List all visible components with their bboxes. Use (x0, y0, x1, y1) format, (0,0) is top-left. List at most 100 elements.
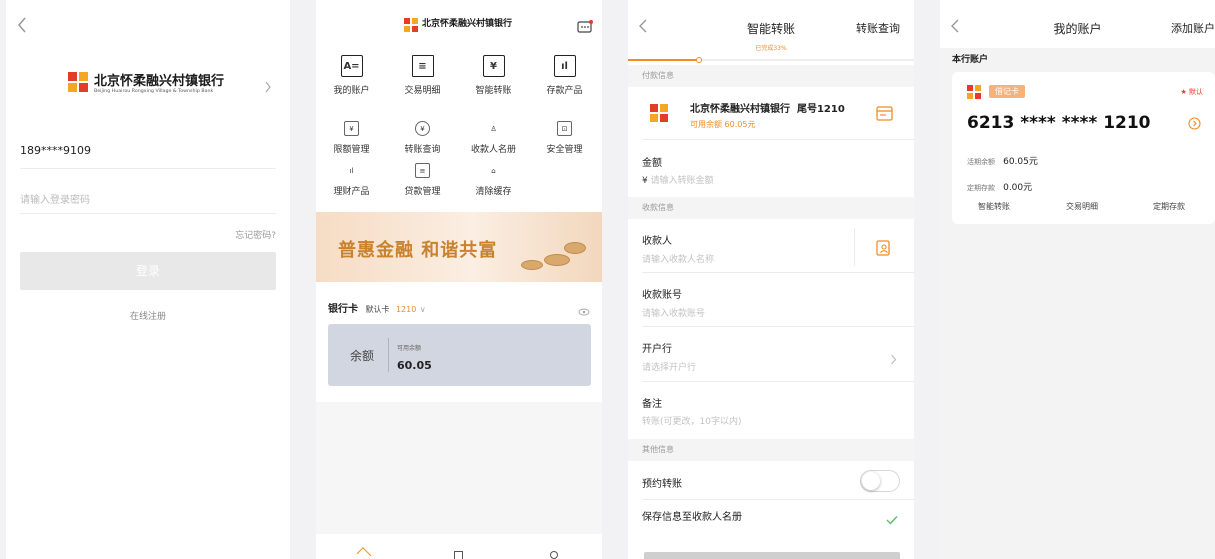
bank-logo: 北京怀柔融兴村镇银行 Beijing Huairou Rongxing Vill… (68, 70, 238, 100)
default-badge: ★ 默认 (1180, 88, 1203, 96)
bank-name-en: Beijing Huairou Rongxing Village & Towns… (94, 88, 214, 94)
accounts-screen: 我的账户 添加账户 本行账户 借记卡 ★ 默认 6213 **** **** 1… (940, 0, 1215, 559)
amount-input[interactable]: ¥ 请输入转账金额 (642, 173, 714, 186)
payer-account-row[interactable]: 北京怀柔融兴村镇银行 尾号1210 可用余额 60.05元 (628, 87, 914, 139)
grid-my-account[interactable]: A= 我的账户 (316, 55, 387, 96)
login-screen: 北京怀柔融兴村镇银行 Beijing Huairou Rongxing Vill… (6, 0, 290, 559)
available-value: 60.05 (397, 359, 432, 372)
card-number: 6213 **** **** 1210 (967, 113, 1151, 133)
transfer-query-link[interactable]: 转账查询 (856, 20, 900, 36)
note-label: 备注 (642, 399, 662, 410)
payer-section-header: 付款信息 (628, 65, 914, 87)
card-detail-arrow-icon[interactable] (1188, 115, 1201, 134)
coin-stack-image (521, 260, 543, 270)
password-field[interactable]: 请输入登录密码 (20, 191, 90, 206)
available-label: 可用余额 (397, 345, 422, 352)
chevron-down-icon[interactable]: ∨ (420, 305, 426, 314)
balance-card[interactable]: 余额 可用余额 60.05 (328, 324, 591, 386)
register-link[interactable]: 在线注册 (6, 309, 290, 322)
add-account-link[interactable]: 添加账户 (1171, 20, 1215, 36)
fixed-deposit: 定期存款 0.00元 (967, 183, 1033, 193)
account-number-label: 收款账号 (642, 290, 682, 301)
forgot-password-link[interactable]: 忘记密码? (235, 228, 276, 241)
transfer-screen: 智能转账 已完成33% 转账查询 付款信息 北京怀柔融兴村镇银行 尾号1210 … (628, 0, 914, 559)
contact-book-icon[interactable] (875, 240, 891, 260)
progress-fill (628, 59, 700, 61)
banner-text: 普惠金融 和谐共富 (338, 240, 498, 261)
payee-input[interactable]: 请输入收款人名称 (642, 252, 714, 265)
lock-icon: ⊡ (557, 121, 572, 136)
grid-limit-management[interactable]: ¥ 限额管理 (316, 121, 387, 155)
current-balance: 活期余额 60.05元 (967, 157, 1038, 167)
grid-payee-list[interactable]: ♙ 收款人名册 (458, 121, 529, 156)
loan-icon: ≡ (415, 163, 430, 178)
scheduled-transfer-toggle[interactable] (860, 470, 900, 492)
grid-clear-cache[interactable]: ⌂ 清除缓存 (458, 163, 529, 198)
bank-logo-mark (967, 85, 982, 100)
checkmark-icon (886, 516, 898, 525)
card-switch-icon[interactable] (876, 106, 893, 125)
profile-tab-icon[interactable] (550, 551, 558, 559)
note-input[interactable]: 转账(可更改，10字以内) (642, 414, 741, 427)
scheduled-transfer-label: 预约转账 (642, 479, 682, 490)
bank-logo-mark (650, 104, 668, 122)
bank-logo-mark (68, 72, 88, 92)
document-icon: ≡ (411, 55, 434, 77)
trash-icon: ⌂ (491, 166, 496, 175)
card-section-title: 银行卡 默认卡 1210 ∨ (328, 304, 426, 315)
coin-stack-image (564, 242, 586, 254)
payer-available: 可用余额 60.05元 (690, 120, 756, 129)
default-card-tail[interactable]: 1210 (396, 305, 416, 314)
payee-section-header: 收款信息 (628, 197, 914, 219)
deposit-chart-icon: ıl (553, 55, 576, 77)
action-fixed-deposit[interactable]: 定期存款 (1153, 201, 1185, 212)
progress-text: 已完成33% (755, 45, 787, 52)
card-type-tag: 借记卡 (989, 85, 1025, 98)
grid-transaction-details[interactable]: ≡ 交易明细 (387, 55, 458, 96)
bank-branch-label: 开户行 (642, 344, 672, 355)
payee-icon: ♙ (490, 124, 497, 133)
divider (854, 228, 855, 266)
account-card[interactable]: 借记卡 ★ 默认 6213 **** **** 1210 活期余额 60.05元… (952, 72, 1215, 224)
grid-deposit-products[interactable]: ıl 存款产品 (529, 55, 600, 96)
promo-banner[interactable]: 普惠金融 和谐共富 (316, 212, 602, 282)
next-button[interactable] (644, 552, 900, 559)
bank-name-cn: 北京怀柔融兴村镇银行 (422, 19, 513, 29)
save-payee-checkbox[interactable] (886, 510, 898, 529)
limit-icon: ¥ (344, 121, 359, 136)
finance-tab-icon[interactable] (454, 551, 463, 559)
payer-bank-name: 北京怀柔融兴村镇银行 尾号1210 (690, 104, 845, 115)
home-tab-icon[interactable] (356, 547, 372, 559)
bank-branch-select[interactable]: 请选择开户行 (642, 360, 696, 373)
grid-finance-products[interactable]: ıl 理财产品 (316, 163, 387, 198)
star-icon: ★ (1180, 88, 1187, 96)
progress-track (628, 59, 914, 61)
chevron-left-icon (18, 17, 26, 33)
phone-field[interactable]: 189****9109 (20, 144, 91, 157)
message-button[interactable] (577, 20, 593, 39)
action-transaction-details[interactable]: 交易明细 (1066, 201, 1098, 212)
balance-title: 余额 (350, 349, 375, 363)
account-number-input[interactable]: 请输入收款账号 (642, 306, 705, 319)
grid-loan-management[interactable]: ≡ 贷款管理 (387, 163, 458, 197)
grid-security-management[interactable]: ⊡ 安全管理 (529, 121, 600, 155)
coin-stack-image (544, 254, 570, 266)
progress-dot (696, 57, 702, 63)
query-icon: ¥ (415, 121, 430, 136)
divider (388, 338, 389, 372)
eye-icon[interactable] (578, 301, 590, 320)
section-title: 本行账户 (952, 55, 989, 65)
login-button[interactable]: 登录 (20, 252, 276, 290)
bank-logo-mark (404, 18, 418, 32)
grid-transfer-query[interactable]: ¥ 转账查询 (387, 121, 458, 155)
bank-name-cn: 北京怀柔融兴村镇银行 (94, 74, 225, 89)
chevron-right-icon[interactable] (264, 78, 272, 97)
action-smart-transfer[interactable]: 智能转账 (978, 201, 1010, 212)
amount-label: 金额 (642, 158, 662, 169)
grid-smart-transfer[interactable]: ¥ 智能转账 (458, 55, 529, 96)
payee-label: 收款人 (642, 236, 672, 247)
back-button[interactable] (16, 16, 32, 36)
chevron-right-icon[interactable] (890, 350, 897, 369)
transfer-icon: ¥ (482, 55, 505, 77)
other-section-header: 其他信息 (628, 439, 914, 461)
